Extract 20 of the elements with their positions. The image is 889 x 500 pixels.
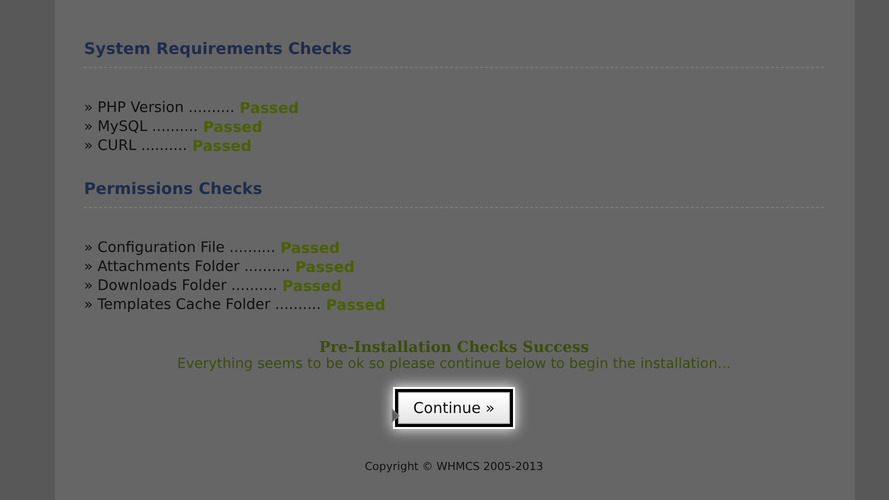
check-label: » Templates Cache Folder .......... bbox=[84, 296, 322, 315]
check-result: Passed bbox=[192, 137, 252, 156]
check-label: » Downloads Folder .......... bbox=[84, 277, 278, 296]
check-label: » MySQL .......... bbox=[84, 118, 198, 137]
success-message: Everything seems to be ok so please continue below to begin the installation... bbox=[177, 356, 731, 372]
check-result: Passed bbox=[202, 118, 262, 137]
success-heading: Pre-Installation Checks Success bbox=[319, 338, 589, 356]
section-heading: System Requirements Checks bbox=[84, 39, 352, 58]
check-label: » Configuration File .......... bbox=[84, 239, 276, 258]
copyright-text: Copyright © WHMCS 2005-2013 bbox=[364, 460, 544, 473]
section-heading: Permissions Checks bbox=[84, 179, 262, 198]
check-result: Passed bbox=[240, 99, 299, 118]
check-result: Passed bbox=[280, 239, 340, 258]
check-result: Passed bbox=[326, 296, 386, 315]
check-label: » CURL .......... bbox=[84, 137, 188, 156]
cursor-icon bbox=[391, 408, 400, 424]
check-label: » Attachments Folder .......... bbox=[84, 258, 290, 277]
check-label: » PHP Version .......... bbox=[84, 99, 235, 118]
check-result: Passed bbox=[282, 277, 342, 296]
check-result: Passed bbox=[295, 258, 355, 277]
